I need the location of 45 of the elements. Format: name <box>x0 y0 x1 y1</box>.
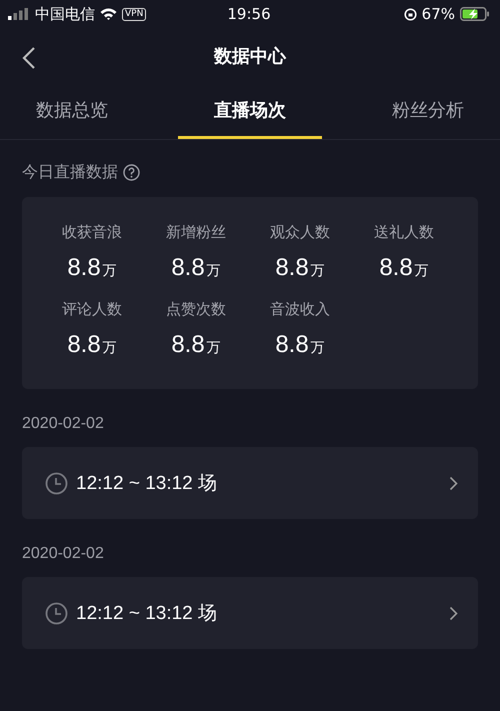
session-date: 2020-02-02 <box>22 415 105 433</box>
session-row[interactable]: 12:12 ~ 13:12 场 <box>22 577 478 649</box>
battery-percent: 67% <box>422 5 456 23</box>
tab[interactable]: 粉丝分析 <box>356 83 500 139</box>
stat-label: 新增粉丝 <box>166 223 226 242</box>
session-time: 12:12 ~ 13:12 场 <box>76 602 218 626</box>
session-time: 12:12 ~ 13:12 场 <box>76 472 218 496</box>
stat-value: 8.8 <box>171 331 205 359</box>
stat-unit: 万 <box>414 262 429 280</box>
stat-label: 送礼人数 <box>374 223 434 242</box>
tab[interactable]: 数据总览 <box>0 83 144 139</box>
stat-unit: 万 <box>310 262 325 280</box>
stat-value: 8.8 <box>275 331 309 359</box>
stat-value: 8.8 <box>67 254 101 282</box>
rotation-lock-icon <box>404 8 417 20</box>
stat-label: 收获音浪 <box>62 223 122 242</box>
carrier-name: 中国电信 <box>35 4 95 24</box>
stat-label: 观众人数 <box>270 223 330 242</box>
stat-value: 8.8 <box>275 254 309 282</box>
clock-icon <box>45 472 68 494</box>
battery-charging-icon <box>460 7 490 21</box>
stat-value: 8.8 <box>379 254 413 282</box>
wifi-icon <box>100 8 117 20</box>
session-row[interactable]: 12:12 ~ 13:12 场 <box>22 447 478 519</box>
clock-icon <box>45 602 68 624</box>
stat-unit: 万 <box>102 339 117 357</box>
stat-label: 点赞次数 <box>166 300 226 319</box>
stat-value: 8.8 <box>67 331 101 359</box>
stat-unit: 万 <box>310 339 325 357</box>
page-title: 数据中心 <box>214 44 286 68</box>
stat-label: 评论人数 <box>62 300 122 319</box>
stat-unit: 万 <box>102 262 117 280</box>
stat-unit: 万 <box>206 339 221 357</box>
stat-value: 8.8 <box>171 254 205 282</box>
stat-label: 音波收入 <box>270 300 330 319</box>
tab[interactable]: 直播场次 <box>178 83 322 139</box>
clock-time: 19:56 <box>227 5 271 23</box>
stat-unit: 万 <box>206 262 221 280</box>
chevron-icon <box>449 476 458 490</box>
signal-icon <box>8 8 30 20</box>
session-date: 2020-02-02 <box>22 545 105 563</box>
section-title: 今日直播数据 <box>22 162 118 183</box>
help-icon[interactable] <box>123 164 140 181</box>
chevron-icon <box>449 606 458 620</box>
vpn-indicator: VPN <box>122 8 146 20</box>
